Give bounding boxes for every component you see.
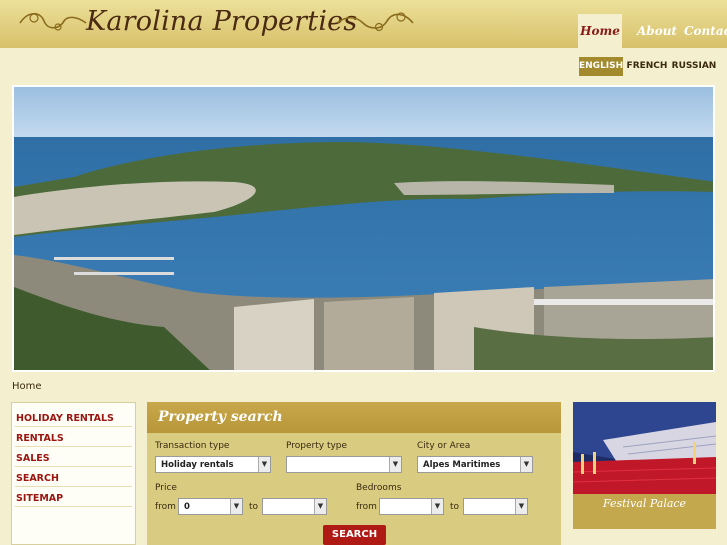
price-label: Price	[155, 483, 177, 493]
sidebar-item-rentals[interactable]: RENTALS	[15, 427, 132, 447]
search-button[interactable]: SEARCH	[323, 525, 386, 545]
chevron-down-icon: ▼	[314, 499, 326, 514]
city-label: City or Area	[417, 441, 471, 451]
bedrooms-to-select[interactable]: ▼	[463, 498, 528, 515]
chevron-down-icon: ▼	[389, 457, 401, 472]
transaction-type-select[interactable]: Holiday rentals ▼	[155, 456, 271, 473]
property-type-label: Property type	[286, 441, 348, 451]
bedrooms-from-select[interactable]: ▼	[379, 498, 444, 515]
property-type-select[interactable]: ▼	[286, 456, 402, 473]
chevron-down-icon: ▼	[515, 499, 527, 514]
price-to-select[interactable]: ▼	[262, 498, 327, 515]
city-value: Alpes Maritimes	[423, 460, 501, 470]
property-search-panel: Property search Transaction type Holiday…	[147, 402, 561, 545]
sidebar: HOLIDAY RENTALS RENTALS SALES SEARCH SIT…	[11, 402, 136, 545]
nav-home[interactable]: Home	[578, 14, 622, 48]
transaction-type-value: Holiday rentals	[161, 460, 234, 470]
chevron-down-icon: ▼	[520, 457, 532, 472]
bedrooms-label: Bedrooms	[356, 483, 402, 493]
bedrooms-from-label: from	[356, 502, 377, 512]
lang-russian[interactable]: RUSSIAN	[671, 57, 717, 76]
price-to-label: to	[249, 502, 259, 512]
sidebar-item-sales[interactable]: SALES	[15, 447, 132, 467]
search-title: Property search	[147, 402, 561, 433]
sidebar-item-holiday-rentals[interactable]: HOLIDAY RENTALS	[15, 407, 132, 427]
festival-palace-promo[interactable]: Festival Palace	[573, 402, 716, 529]
breadcrumb[interactable]: Home	[12, 381, 42, 392]
price-from-select[interactable]: 0 ▼	[178, 498, 243, 515]
price-from-label: from	[155, 502, 176, 512]
promo-caption: Festival Palace	[602, 497, 687, 510]
lang-french[interactable]: FRENCH	[626, 57, 668, 76]
header: Karolina Properties Home About Contact	[0, 0, 727, 48]
price-from-value: 0	[184, 502, 190, 512]
chevron-down-icon: ▼	[431, 499, 443, 514]
main-nav: Home About Contact	[0, 0, 727, 48]
hero-image	[12, 85, 715, 372]
transaction-type-label: Transaction type	[155, 441, 230, 451]
festival-palace-photo	[573, 402, 716, 494]
coastline-photo	[14, 87, 713, 370]
nav-about[interactable]: About	[635, 14, 679, 48]
sidebar-item-search[interactable]: SEARCH	[15, 467, 132, 487]
sidebar-item-sitemap[interactable]: SITEMAP	[15, 487, 132, 507]
bedrooms-to-label: to	[450, 502, 460, 512]
lang-english[interactable]: ENGLISH	[579, 57, 623, 76]
nav-contact[interactable]: Contact	[684, 14, 727, 48]
chevron-down-icon: ▼	[258, 457, 270, 472]
chevron-down-icon: ▼	[230, 499, 242, 514]
city-select[interactable]: Alpes Maritimes ▼	[417, 456, 533, 473]
